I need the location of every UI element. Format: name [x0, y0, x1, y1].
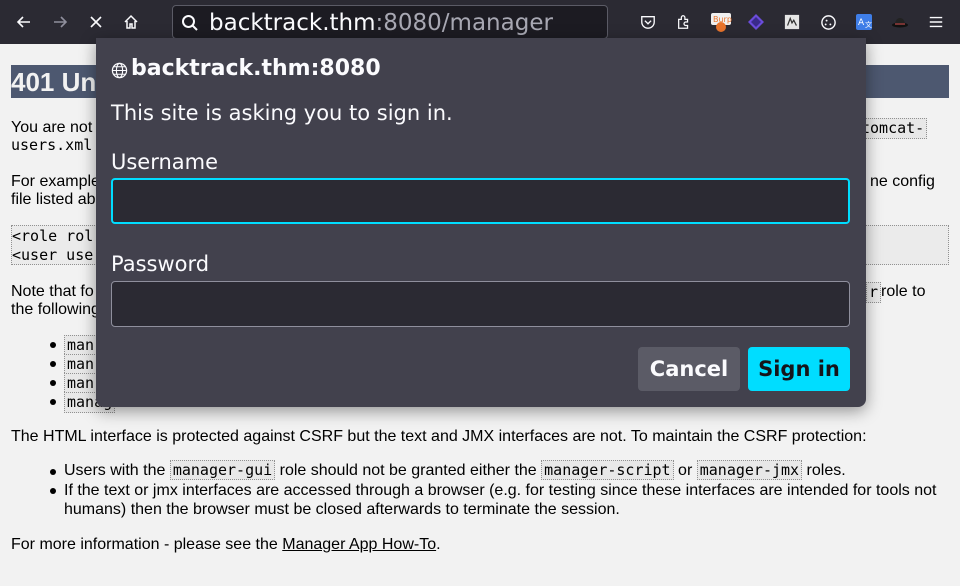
globe-icon	[111, 62, 128, 79]
url-text[interactable]: backtrack.thm:8080/manager	[209, 10, 553, 36]
username-label: Username	[111, 150, 219, 174]
svg-text:A: A	[858, 18, 865, 28]
translate-icon[interactable]: A文	[853, 11, 875, 33]
stop-loading-icon[interactable]	[82, 8, 110, 36]
url-bar[interactable]: backtrack.thm:8080/manager	[172, 5, 608, 39]
sign-in-dialog: backtrack.thm:8080 This site is asking y…	[96, 38, 866, 407]
url-path: :8080/manager	[375, 10, 553, 36]
wappalyzer-icon[interactable]	[781, 11, 803, 33]
search-icon	[182, 15, 198, 31]
password-label: Password	[111, 252, 210, 276]
sign-in-button[interactable]: Sign in	[748, 347, 850, 391]
cancel-button[interactable]: Cancel	[638, 347, 740, 391]
pocket-icon[interactable]	[637, 11, 659, 33]
url-host: backtrack.thm	[209, 10, 376, 36]
home-icon[interactable]	[117, 8, 145, 36]
burp-extension-icon[interactable]: Burp	[710, 11, 732, 33]
extensions-puzzle-icon[interactable]	[673, 11, 695, 33]
cookie-icon[interactable]	[817, 11, 839, 33]
svg-text:文: 文	[865, 20, 872, 29]
username-input[interactable]	[111, 178, 850, 224]
back-icon[interactable]	[10, 8, 38, 36]
forward-icon[interactable]	[46, 8, 74, 36]
hat-extension-icon[interactable]	[889, 11, 911, 33]
purple-extension-icon[interactable]	[745, 11, 767, 33]
password-input[interactable]	[111, 281, 850, 327]
dialog-message: This site is asking you to sign in.	[111, 101, 453, 125]
menu-hamburger-icon[interactable]	[925, 11, 947, 33]
dialog-host: backtrack.thm:8080	[131, 56, 381, 81]
